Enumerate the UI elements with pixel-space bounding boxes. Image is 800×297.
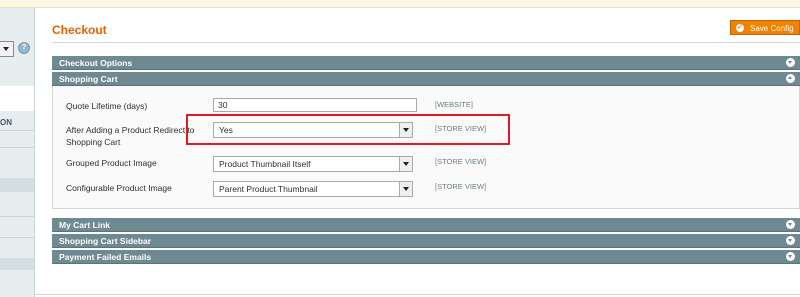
check-circle-icon: ✓ xyxy=(736,24,744,32)
configurable-image-scope: [STORE VIEW] xyxy=(435,182,487,191)
section-title: Checkout Options xyxy=(59,58,133,68)
chevron-down-icon[interactable] xyxy=(786,220,795,229)
save-config-button[interactable]: ✓ Save Config xyxy=(730,20,800,35)
section-title: Shopping Cart Sidebar xyxy=(59,236,152,246)
section-shopping-cart-sidebar[interactable]: Shopping Cart Sidebar xyxy=(52,234,800,248)
sidebar-panel xyxy=(0,86,34,111)
save-config-label: Save Config xyxy=(750,24,794,33)
configurable-image-select[interactable]: Parent Product Thumbnail xyxy=(213,181,413,197)
sidebar-section-label: ON xyxy=(0,118,12,127)
help-icon[interactable]: ? xyxy=(18,42,30,54)
scope-switcher-select[interactable] xyxy=(0,41,14,57)
chevron-down-icon xyxy=(399,157,412,171)
grouped-image-scope: [STORE VIEW] xyxy=(435,157,487,166)
quote-lifetime-label: Quote Lifetime (days) xyxy=(66,101,148,111)
sidebar-divider xyxy=(0,130,34,131)
title-divider xyxy=(52,42,800,43)
chevron-down-icon[interactable] xyxy=(786,252,795,261)
grouped-image-label: Grouped Product Image xyxy=(66,158,157,168)
chevron-up-icon[interactable] xyxy=(786,74,795,83)
configurable-image-label: Configurable Product Image xyxy=(66,183,172,193)
section-payment-failed-emails[interactable]: Payment Failed Emails xyxy=(52,250,800,264)
page-title: Checkout xyxy=(52,23,107,37)
redirect-to-cart-label: After Adding a Product Redirect to Shopp… xyxy=(66,125,195,147)
sidebar-item[interactable] xyxy=(0,178,34,192)
sidebar-divider xyxy=(0,237,34,238)
footer-divider xyxy=(34,294,800,295)
grouped-image-value: Product Thumbnail Itself xyxy=(219,159,311,169)
chevron-down-icon[interactable] xyxy=(786,58,795,67)
message-bar xyxy=(0,0,800,8)
chevron-down-icon xyxy=(3,47,9,51)
quote-lifetime-input[interactable]: 30 xyxy=(213,98,417,112)
section-shopping-cart[interactable]: Shopping Cart xyxy=(52,72,800,86)
sidebar-item[interactable] xyxy=(0,258,34,270)
chevron-down-icon xyxy=(399,182,412,196)
section-title: My Cart Link xyxy=(59,220,111,230)
section-title: Payment Failed Emails xyxy=(59,252,152,262)
section-title: Shopping Cart xyxy=(59,74,118,84)
highlight-annotation xyxy=(186,114,510,145)
section-checkout-options[interactable]: Checkout Options xyxy=(52,56,800,70)
chevron-down-icon[interactable] xyxy=(786,236,795,245)
sidebar-divider xyxy=(0,147,34,148)
sidebar-divider xyxy=(0,216,34,217)
grouped-image-select[interactable]: Product Thumbnail Itself xyxy=(213,156,413,172)
quote-lifetime-scope: [WEBSITE] xyxy=(435,100,473,109)
configurable-image-value: Parent Product Thumbnail xyxy=(219,184,318,194)
section-my-cart-link[interactable]: My Cart Link xyxy=(52,218,800,232)
